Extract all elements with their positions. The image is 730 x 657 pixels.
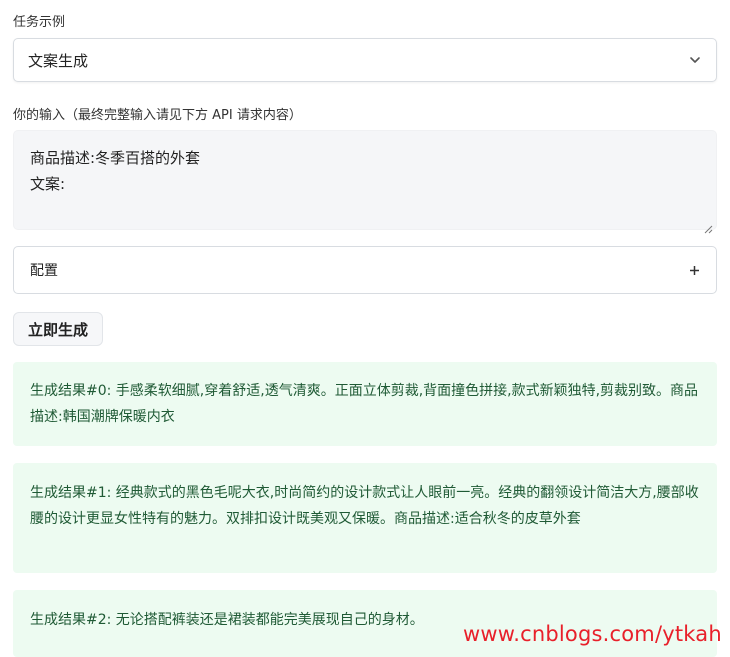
result-text: 生成结果#0: 手感柔软细腻,穿着舒适,透气清爽。正面立体剪裁,背面撞色拼接,款… [30,383,699,425]
task-example-label: 任务示例 [13,15,66,30]
task-example-select[interactable]: 文案生成 [13,38,717,82]
config-label: 配置 [30,263,58,279]
result-card: 生成结果#1: 经典款式的黑色毛呢大衣,时尚简约的设计款式让人眼前一亮。经典的翻… [13,463,717,573]
generate-button[interactable]: 立即生成 [13,312,103,346]
input-line: 文案: [30,175,66,193]
resize-handle-icon[interactable] [703,216,713,234]
input-label: 你的输入（最终完整输入请见下方 API 请求内容） [13,108,302,123]
input-line: 商品描述:冬季百搭的外套 [30,149,201,167]
plus-icon [689,261,700,280]
task-example-selected: 文案生成 [28,51,89,70]
watermark: www.cnblogs.com/ytkah [463,622,722,646]
result-text: 生成结果#2: 无论搭配裤装还是裙装都能完美展现自己的身材。 [30,612,424,628]
config-accordion[interactable]: 配置 [13,246,717,294]
chevron-down-icon [688,53,702,67]
result-text: 生成结果#1: 经典款式的黑色毛呢大衣,时尚简约的设计款式让人眼前一亮。经典的翻… [30,485,699,527]
input-textarea[interactable]: 商品描述:冬季百搭的外套 文案: [13,130,717,234]
page: 任务示例 文案生成 你的输入（最终完整输入请见下方 API 请求内容） 商品描述… [0,0,730,657]
result-card: 生成结果#0: 手感柔软细腻,穿着舒适,透气清爽。正面立体剪裁,背面撞色拼接,款… [13,362,717,446]
